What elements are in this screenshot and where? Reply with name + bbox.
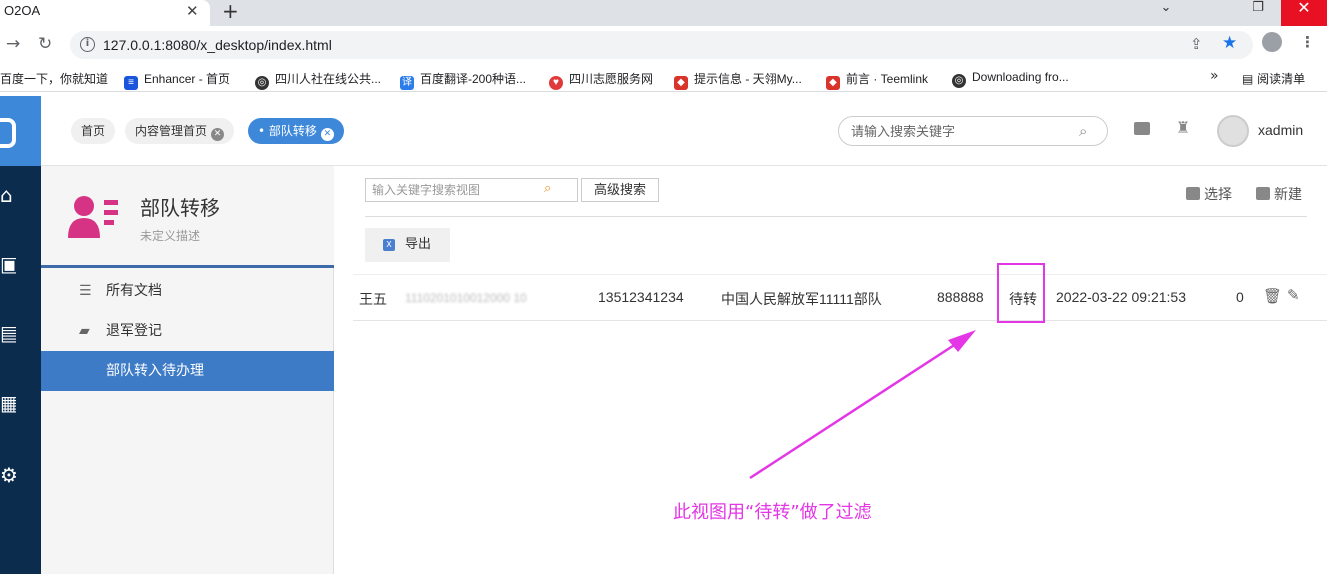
checkbox-icon (1186, 187, 1200, 200)
user-settings-icon[interactable]: ⚙ (0, 464, 16, 486)
crumb-content-home[interactable]: 内容管理首页 ✕ (125, 118, 235, 144)
address-bar[interactable]: i 127.0.0.1:8080/x_desktop/index.html ⇪ … (70, 31, 1253, 59)
bookmark-enhancer[interactable]: ≡ Enhancer - 首页 (124, 70, 230, 90)
cell-code: 888888 (937, 289, 984, 305)
bookmark-baidu[interactable]: 百度一下，你就知道 (0, 70, 108, 87)
reading-list-icon: ▤ (1242, 72, 1258, 86)
tianling-icon: ◆ (674, 76, 688, 90)
search-icon[interactable]: ⌕ (1079, 122, 1087, 140)
edit-icon[interactable]: ✎ (1287, 286, 1300, 304)
document-icon[interactable]: ▤ (0, 322, 16, 344)
toolbar-divider (365, 216, 1307, 217)
globe-icon: ◎ (952, 74, 966, 88)
global-search-input[interactable] (851, 122, 1071, 140)
translate-icon: 译 (400, 76, 414, 90)
url-text[interactable]: 127.0.0.1:8080/x_desktop/index.html (103, 37, 332, 53)
nav-retire-register[interactable]: ▰ 退军登记 (41, 311, 334, 351)
trash-icon[interactable]: 🗑 (1263, 287, 1282, 305)
teemlink-icon: ◆ (826, 76, 840, 90)
cell-datetime: 2022-03-22 09:21:53 (1056, 289, 1186, 305)
volunteer-icon: ♥ (549, 76, 563, 90)
forward-icon[interactable]: → (6, 34, 20, 54)
bookmark-volunteer[interactable]: ♥ 四川志愿服务网 (549, 70, 653, 90)
contact-card-icon (68, 196, 118, 238)
advanced-search-button[interactable]: 高级搜索 (581, 178, 659, 202)
bookmark-sichuan-renshe[interactable]: ◎ 四川人社在线公共... (255, 70, 381, 90)
close-window-button[interactable]: ✕ (1281, 0, 1327, 26)
search-icon[interactable]: ⌕ (544, 181, 551, 196)
table-row[interactable]: 王五 1110201010012000 10 13512341234 中国人民解… (353, 274, 1327, 321)
bookmarks-bar: 百度一下，你就知道 ≡ Enhancer - 首页 ◎ 四川人社在线公共... 译百… (0, 64, 1327, 92)
app-logo[interactable] (0, 96, 41, 166)
crumb-home[interactable]: 首页 (71, 118, 116, 144)
browser-menu-icon[interactable]: ⋮ (1300, 33, 1315, 51)
reload-icon[interactable]: ↻ (38, 34, 52, 54)
add-icon (1256, 187, 1270, 200)
list-icon: ☰ (79, 283, 92, 299)
home-icon[interactable]: ⌂ (0, 184, 16, 206)
crumb-troop-transfer[interactable]: • 部队转移 ✕ (248, 118, 344, 144)
globe-icon: ◎ (255, 76, 269, 90)
cell-phone: 13512341234 (598, 289, 684, 305)
logo-icon (0, 118, 16, 148)
cell-name: 王五 (359, 291, 387, 307)
share-icon[interactable]: ⇪ (1190, 35, 1203, 53)
bookmark-star-icon[interactable]: ★ (1222, 33, 1237, 53)
site-info-icon[interactable]: i (80, 37, 95, 52)
avatar[interactable] (1217, 115, 1249, 147)
new-button[interactable]: 新建 (1256, 184, 1302, 204)
restore-button[interactable]: ❐ (1235, 0, 1281, 26)
app-sidepanel: 部队转移 未定义描述 ☰ 所有文档 ▰ 退军登记 部队转入待办理 (41, 166, 334, 574)
browser-toolbar: → ↻ i 127.0.0.1:8080/x_desktop/index.htm… (0, 26, 1327, 64)
excel-icon: X (383, 239, 395, 251)
bookmarks-more-icon[interactable]: » (1210, 68, 1219, 84)
app-title: 部队转移 (140, 196, 220, 220)
reading-list[interactable]: ▤ 阅读清单 (1242, 70, 1305, 87)
app-topbar: 首页 内容管理首页✕ • 部队转移✕ ⌕ ♜ xadmin (41, 96, 1327, 166)
app-description: 未定义描述 (140, 229, 201, 243)
app-left-nav: ⌂ ▣ ▤ ▦ ⚙ (0, 96, 41, 574)
annotation-highlight-box (997, 263, 1045, 323)
app-header: 部队转移 未定义描述 (41, 166, 334, 268)
export-button[interactable]: X 导出 (365, 228, 450, 262)
view-search-input[interactable] (372, 182, 537, 198)
bookmark-baidu-translate[interactable]: 译百度翻译-200种语... (400, 70, 526, 90)
calendar-icon[interactable]: ▦ (0, 392, 16, 414)
annotation-text: 此视图用“待转”做了过滤 (673, 502, 872, 523)
nav-all-documents[interactable]: ☰ 所有文档 (41, 271, 334, 311)
close-icon[interactable]: ✕ (211, 128, 225, 141)
close-icon[interactable]: ✕ (320, 128, 334, 141)
browser-tabstrip: O2OA ✕ + ⌄ ❐ ✕ (0, 0, 1327, 26)
theme-shirt-icon[interactable]: ♜ (1176, 118, 1190, 137)
minimize-button[interactable]: ⌄ (1143, 0, 1189, 26)
message-icon[interactable] (1134, 122, 1150, 135)
select-button[interactable]: 选择 (1186, 184, 1232, 204)
bookmark-tianling[interactable]: ◆ 提示信息 - 天翎My... (674, 70, 802, 90)
tab-title: O2OA (4, 3, 41, 18)
global-search: ⌕ (838, 116, 1108, 146)
nav-troop-pending[interactable]: 部队转入待办理 (41, 351, 334, 391)
cell-count: 0 (1236, 289, 1244, 305)
bookmark-downloading[interactable]: ◎ Downloading fro... (952, 70, 1069, 88)
bookmark-teemlink[interactable]: ◆ 前言 · Teemlink (826, 70, 928, 90)
list-icon: ≡ (124, 76, 138, 90)
folder-icon: ▰ (79, 323, 90, 339)
cell-unit: 中国人民解放军11111部队 (721, 291, 882, 307)
username[interactable]: xadmin (1258, 122, 1303, 138)
profile-icon[interactable] (1262, 32, 1282, 52)
browser-tab[interactable]: O2OA ✕ (0, 0, 210, 26)
new-tab-button[interactable]: + (222, 0, 239, 23)
view-search: ⌕ (365, 178, 578, 202)
tab-close-icon[interactable]: ✕ (186, 2, 199, 20)
monitor-icon[interactable]: ▣ (0, 253, 16, 275)
cell-id-number: 1110201010012000 10 (405, 291, 527, 305)
